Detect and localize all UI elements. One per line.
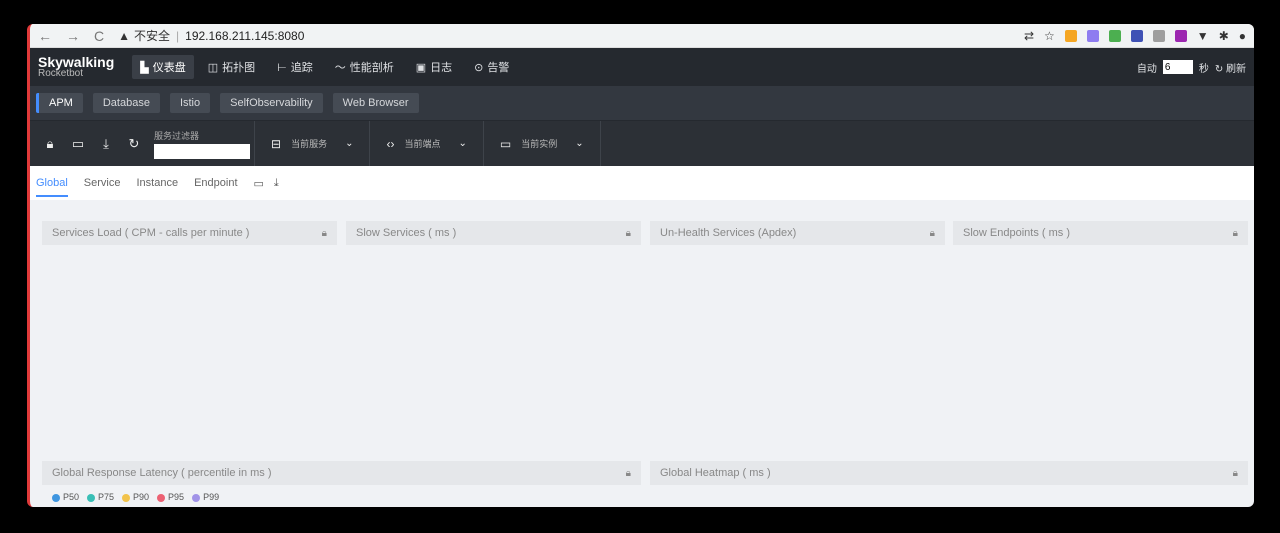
alarm-icon: ⊙	[474, 61, 484, 74]
legend-dot	[122, 493, 131, 502]
legend-dot	[52, 493, 60, 502]
current-service-select[interactable]: ⊟ 当前服务 ⌄	[254, 121, 369, 166]
lock-icon[interactable]: 🔒︎	[930, 228, 935, 239]
auto-refresh: 自动 秒 ↻ 刷新	[1137, 60, 1246, 75]
forward-icon[interactable]: →	[66, 28, 80, 44]
security-indicator[interactable]: ▲ 不安全	[118, 27, 170, 44]
service-icon: ⊟	[271, 136, 282, 151]
lock-icon[interactable]: 🔒︎	[626, 468, 631, 479]
legend-item[interactable]: P50	[52, 492, 79, 502]
download-icon[interactable]: ⤓	[274, 177, 279, 190]
legend-dot	[192, 493, 201, 502]
dashboard-tabs: Global Service Instance Endpoint ▭ ⤓	[30, 166, 1254, 200]
card-global-latency: Global Response Latency ( percentile in …	[42, 461, 641, 485]
app-logo: Skywalking Rocketbot	[38, 54, 115, 79]
reload-icon[interactable]: C	[94, 28, 104, 44]
browser-address-bar: ← → C ▲ 不安全 | 192.168.211.145:8080 ⇄ ☆ ▼…	[30, 24, 1254, 48]
tab-service[interactable]: Service	[84, 177, 121, 189]
chevron-down-icon: ⌄	[458, 138, 467, 149]
back-icon[interactable]: ←	[38, 28, 52, 44]
legend-dot	[87, 493, 96, 502]
card-slow-services: Slow Services ( ms ) 🔒︎	[346, 221, 641, 245]
menu-item-log[interactable]: ▣ 日志	[408, 55, 460, 79]
chevron-down-icon: ⌄	[575, 138, 584, 149]
extension-icon[interactable]	[1130, 29, 1143, 42]
refresh-button[interactable]: ↻ 刷新	[1215, 60, 1246, 75]
refresh-icon: ↻	[1214, 63, 1224, 75]
extension-icon[interactable]	[1152, 29, 1165, 42]
lock-icon[interactable]: 🔒︎	[36, 136, 64, 152]
lock-icon[interactable]: 🔒︎	[1233, 468, 1238, 479]
tab-global[interactable]: Global	[36, 177, 68, 197]
star-icon[interactable]: ☆	[1044, 29, 1055, 43]
browser-nav: ← → C	[38, 28, 104, 44]
legend-item[interactable]: P90	[122, 492, 149, 502]
topology-icon: ◫	[207, 61, 219, 74]
url-text[interactable]: 192.168.211.145:8080	[185, 29, 304, 43]
legend-item[interactable]: P75	[87, 492, 114, 502]
legend-item[interactable]: P99	[192, 492, 219, 502]
menu-item-dashboard[interactable]: ▙ 仪表盘	[132, 55, 194, 79]
translate-icon[interactable]: ⇄	[1024, 29, 1034, 43]
card-slow-endpoints: Slow Endpoints ( ms ) 🔒︎	[953, 221, 1248, 245]
monitor-icon: ▭	[499, 136, 512, 151]
download-icon[interactable]: ⤓	[92, 136, 120, 152]
legend-item[interactable]: P95	[157, 492, 184, 502]
chevron-down-icon: ⌄	[345, 138, 354, 149]
log-icon: ▣	[415, 61, 427, 74]
browser-window: ← → C ▲ 不安全 | 192.168.211.145:8080 ⇄ ☆ ▼…	[27, 24, 1254, 507]
extension-icon[interactable]	[1064, 29, 1077, 42]
dashboard-icon: ▙	[140, 61, 149, 74]
menu-item-topology[interactable]: ◫ 拓扑图	[200, 55, 263, 79]
puzzle-icon[interactable]: ✱	[1219, 29, 1229, 43]
profile-icon: 〜	[334, 62, 346, 74]
latency-legend: P50 P75 P90 P95 P99	[52, 492, 219, 502]
reload-icon[interactable]: ↻	[120, 136, 148, 152]
extension-icon[interactable]	[1086, 29, 1099, 42]
trace-icon: ⊢	[277, 61, 287, 74]
top-navigation: Skywalking Rocketbot ▙ 仪表盘 ◫ 拓扑图 ⊢ 追踪 〜性能剖析…	[30, 48, 1254, 86]
card-services-load: Services Load ( CPM - calls per minute )…	[42, 221, 337, 245]
current-endpoint-select[interactable]: ‹› 当前端点 ⌄	[369, 121, 482, 166]
main-menu: ▙ 仪表盘 ◫ 拓扑图 ⊢ 追踪 〜性能剖析 ▣ 日志 ⊙ 告警	[132, 55, 517, 79]
layer-apm[interactable]: APM	[36, 93, 83, 113]
menu-item-trace[interactable]: ⊢ 追踪	[269, 55, 321, 79]
menu-item-profile[interactable]: 〜性能剖析	[327, 55, 402, 79]
extension-icon[interactable]	[1174, 29, 1187, 42]
service-filter-input[interactable]	[154, 143, 250, 159]
legend-dot	[157, 493, 166, 502]
card-unhealth-services: Un-Health Services (Apdex) 🔒︎	[650, 221, 945, 245]
extension-bar: ⇄ ☆ ▼ ✱ ●	[1024, 29, 1246, 43]
current-instance-select[interactable]: ▭ 当前实例 ⌄	[482, 121, 600, 166]
extension-icon[interactable]: ▼	[1197, 29, 1209, 43]
warning-icon: ▲	[118, 28, 131, 43]
folder-icon[interactable]: ▭	[254, 177, 264, 190]
layer-bar: APM Database Istio SelfObservability Web…	[30, 86, 1254, 120]
profile-avatar-icon[interactable]: ●	[1239, 29, 1246, 43]
tab-instance[interactable]: Instance	[136, 177, 178, 189]
layer-database[interactable]: Database	[92, 93, 160, 113]
tab-endpoint[interactable]: Endpoint	[194, 177, 237, 189]
service-filter: 服务过滤器	[154, 129, 254, 159]
dashboard-toolbar: 🔒︎ ▭ ⤓ ↻ 服务过滤器 ⊟ 当前服务 ⌄ ‹› 当前端点 ⌄ ▭ 当前实例…	[30, 120, 1254, 166]
layer-istio[interactable]: Istio	[169, 93, 211, 113]
card-global-heatmap: Global Heatmap ( ms ) 🔒︎	[650, 461, 1248, 485]
extension-icon[interactable]	[1108, 29, 1121, 42]
layer-web-browser[interactable]: Web Browser	[332, 93, 419, 113]
lock-icon[interactable]: 🔒︎	[322, 228, 327, 239]
lock-icon[interactable]: 🔒︎	[626, 228, 631, 239]
refresh-interval-input[interactable]	[1162, 60, 1193, 74]
code-icon: ‹›	[386, 136, 395, 151]
menu-item-alarm[interactable]: ⊙ 告警	[466, 55, 517, 79]
folder-icon[interactable]: ▭	[64, 136, 92, 152]
lock-icon[interactable]: 🔒︎	[1233, 228, 1238, 239]
layer-selfobservability[interactable]: SelfObservability	[220, 93, 323, 113]
